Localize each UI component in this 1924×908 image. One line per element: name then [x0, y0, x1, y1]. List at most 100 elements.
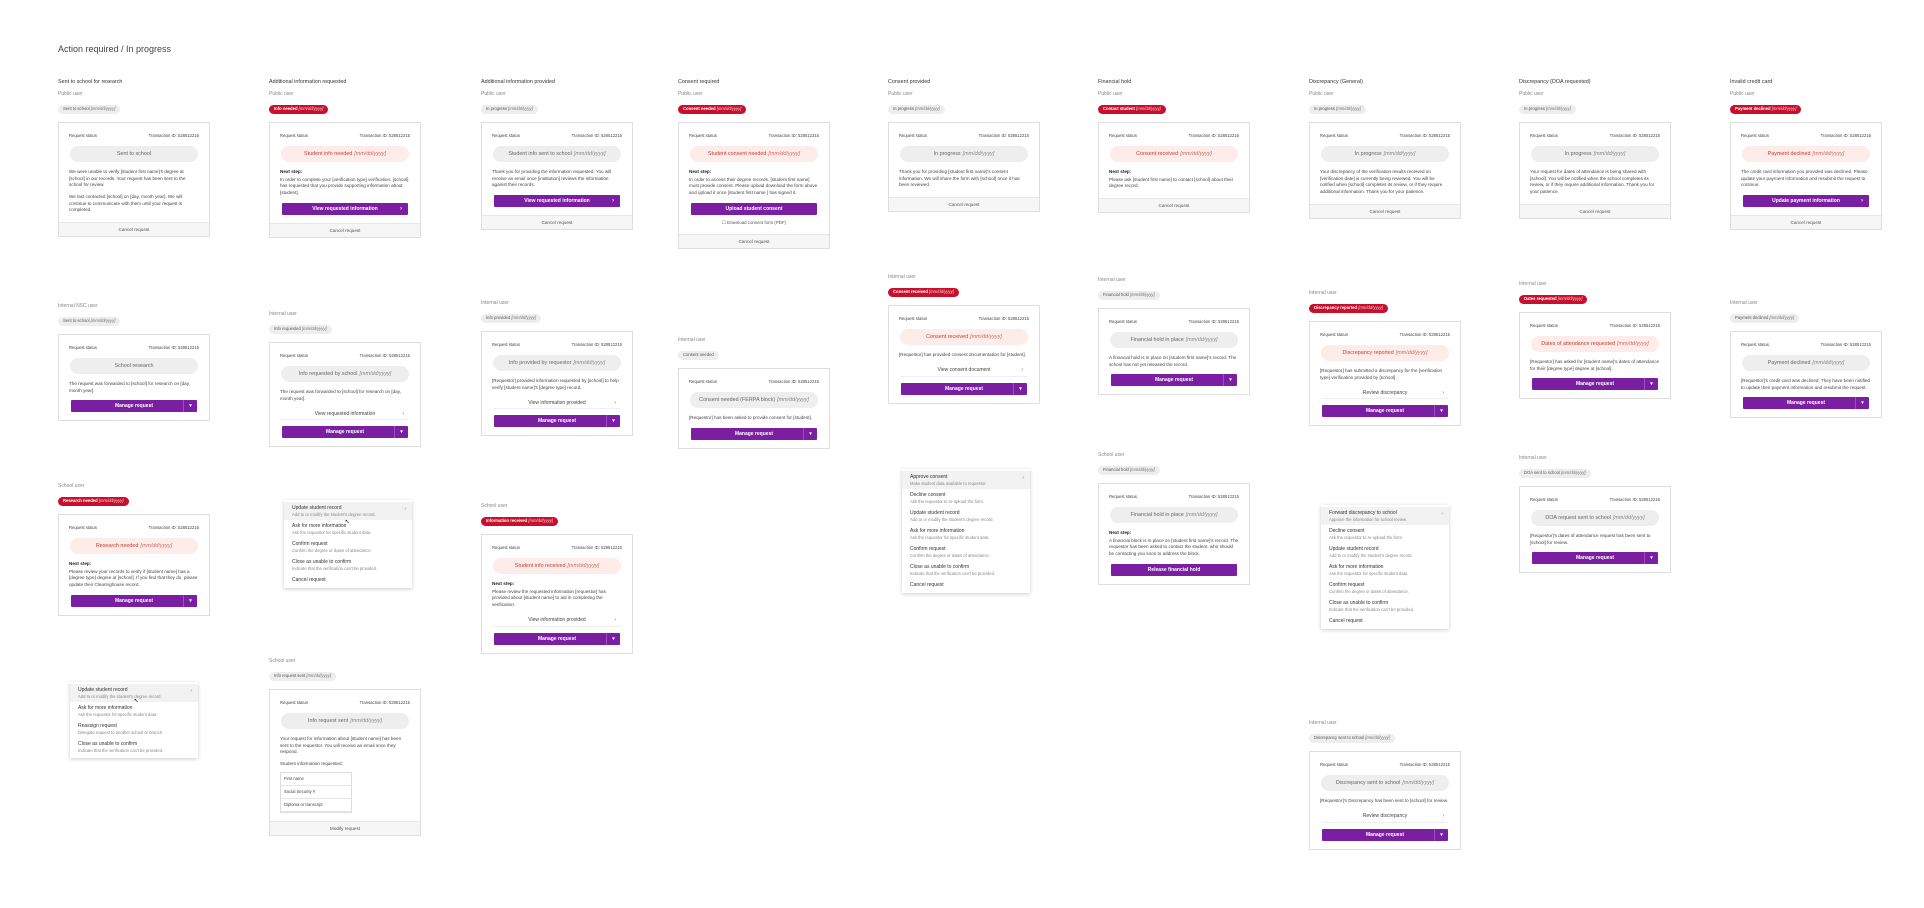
status-badge-date: [mm/dd/yyyy]	[89, 106, 116, 111]
dropdown-caret-icon[interactable]: ▾	[606, 632, 620, 645]
transaction-id: Transaction ID: 528512215	[1820, 133, 1871, 138]
menu-item-title: Close as unable to confirm	[1329, 600, 1389, 606]
menu-item[interactable]: Close as unable to confirm Indicate that …	[284, 556, 412, 574]
menu-item-description: Indicate that the verification can't be …	[78, 748, 164, 753]
menu-item[interactable]: Cancel request	[1321, 615, 1449, 627]
menu-item[interactable]: Update student record Add to or modify th…	[1321, 543, 1449, 561]
primary-button[interactable]: Manage request ▾	[71, 594, 197, 607]
primary-button[interactable]: Update payment information ›	[1743, 194, 1869, 207]
primary-button[interactable]: Manage request ▾	[494, 632, 620, 645]
menu-item[interactable]: Confirm request Confirm the degree or dat…	[902, 543, 1030, 561]
card-footer[interactable]: Cancel request	[1520, 203, 1670, 218]
primary-button[interactable]: Upload student consent	[691, 202, 817, 215]
view-link[interactable]: View information provided ›	[494, 615, 620, 627]
menu-item[interactable]: Update student record Add to or modify th…	[284, 502, 412, 520]
primary-button[interactable]: Manage request ▾	[901, 382, 1027, 395]
view-link[interactable]: Review discrepancy ›	[1322, 387, 1448, 400]
menu-item[interactable]: Decline consent Ask the requestor to re-u…	[1321, 525, 1449, 543]
card-footer[interactable]: Cancel request	[59, 221, 209, 236]
menu-item[interactable]: Ask for more information Ask the requesto…	[902, 525, 1030, 543]
primary-button[interactable]: View requested information ›	[494, 194, 620, 207]
request-status-label: Request status	[1320, 133, 1348, 138]
dropdown-caret-icon[interactable]: ▾	[183, 400, 197, 413]
primary-button[interactable]: Manage request ▾	[1322, 405, 1448, 418]
status-badge: Discrepancy sent to school [mm/dd/yyyy]	[1309, 734, 1395, 743]
view-link[interactable]: View requested information ›	[282, 408, 408, 421]
card-footer[interactable]: Cancel request	[270, 222, 420, 237]
status-badge-date: [mm/dd/yyyy]	[297, 106, 324, 111]
primary-button[interactable]: Manage request ▾	[1111, 374, 1237, 387]
menu-item[interactable]: Close as unable to confirm Indicate that …	[70, 738, 198, 756]
status-badge: Dates requested [mm/dd/yyyy]	[1519, 295, 1588, 304]
primary-button[interactable]: View requested information ›	[282, 202, 408, 215]
user-type-label: Public user	[1730, 91, 1755, 97]
view-link[interactable]: View information provided ›	[494, 397, 620, 410]
request-status-label: Request status	[1530, 497, 1558, 502]
menu-item[interactable]: Confirm request Confirm the degree or dat…	[284, 538, 412, 556]
card-footer[interactable]: Modify request	[270, 820, 420, 835]
menu-item[interactable]: Close as unable to confirm Indicate that …	[1321, 597, 1449, 615]
dropdown-caret-icon[interactable]: ▾	[1434, 405, 1448, 418]
menu-item[interactable]: Confirm request Confirm the degree or dat…	[1321, 579, 1449, 597]
request-status-card: Request status Transaction ID: 528512215 S…	[481, 534, 633, 654]
status-badge-label: Consent needed	[683, 106, 716, 111]
view-link[interactable]: View consent document ›	[901, 365, 1027, 377]
card-header: Request status Transaction ID: 528512215	[1520, 123, 1670, 138]
card-body-text: Please review your records to verify if …	[69, 568, 198, 587]
status-pill-label: Discrepancy sent to school	[1335, 780, 1401, 786]
menu-item[interactable]: Reassign request Delegate request to anot…	[70, 720, 198, 738]
menu-item-title: Update student record	[1329, 546, 1379, 552]
primary-button-label: Manage request	[1154, 377, 1194, 384]
dropdown-caret-icon[interactable]: ▾	[1434, 828, 1448, 841]
card-footer[interactable]: Cancel request	[679, 233, 829, 248]
menu-item[interactable]: Update student record Add to or modify th…	[902, 507, 1030, 525]
download-consent-checkbox[interactable]: ☐ Download consent form (PDF)	[679, 220, 829, 226]
card-body-text-2: We last contacted [school] on [day, mont…	[69, 193, 183, 213]
card-footer[interactable]: Cancel request	[889, 196, 1039, 211]
menu-item[interactable]: Cancel request	[902, 579, 1030, 591]
primary-button-label: View requested information	[312, 205, 378, 212]
primary-button[interactable]: Manage request ▾	[1322, 828, 1448, 841]
column-title: Invalid credit card	[1730, 79, 1773, 85]
card-footer[interactable]: Cancel request	[1731, 214, 1881, 229]
menu-item[interactable]: Approve consent Make student data availab…	[902, 471, 1030, 489]
primary-button[interactable]: Manage request ▾	[71, 400, 197, 413]
dropdown-caret-icon[interactable]: ▾	[803, 427, 817, 440]
dropdown-caret-icon[interactable]: ▾	[183, 594, 197, 607]
info-table-row: Diploma or transcript	[281, 799, 351, 812]
dropdown-caret-icon[interactable]: ▾	[394, 426, 408, 439]
card-footer[interactable]: Cancel request	[1310, 203, 1460, 218]
primary-button[interactable]: Manage request ▾	[1743, 397, 1869, 410]
primary-button[interactable]: Manage request ▾	[1532, 378, 1658, 391]
primary-button[interactable]: Manage request ▾	[1532, 552, 1658, 565]
menu-item[interactable]: Close as unable to confirm Indicate that …	[902, 561, 1030, 579]
primary-button[interactable]: Release financial hold	[1111, 563, 1237, 576]
dropdown-caret-icon[interactable]: ▾	[1644, 552, 1658, 565]
status-badge-label: In progress	[893, 106, 914, 111]
dropdown-caret-icon[interactable]: ▾	[1855, 397, 1869, 410]
primary-button[interactable]: Manage request ▾	[691, 427, 817, 440]
dropdown-caret-icon[interactable]: ▾	[1013, 382, 1027, 395]
dropdown-caret-icon[interactable]: ▾	[1223, 374, 1237, 387]
card-footer[interactable]: Cancel request	[1099, 197, 1249, 212]
primary-button[interactable]: Manage request ▾	[282, 426, 408, 439]
dropdown-caret-icon[interactable]: ▾	[1644, 378, 1658, 391]
card-footer[interactable]: Cancel request	[482, 214, 632, 229]
transaction-id: Transaction ID: 528512215	[1399, 133, 1450, 138]
chevron-right-icon: ›	[1442, 389, 1444, 396]
view-link[interactable]: Review discrepancy ›	[1322, 811, 1448, 823]
footer-action: Cancel request	[118, 226, 150, 232]
menu-item[interactable]: Ask for more information Ask the requesto…	[70, 702, 198, 720]
status-pill: Student info sent to school [mm/dd/yyyy]	[493, 146, 621, 162]
status-pill-date: [mm/dd/yyyy]	[1812, 151, 1845, 157]
menu-item[interactable]: Cancel request	[284, 574, 412, 586]
view-link-label: Review discrepancy	[1362, 813, 1408, 820]
dropdown-caret-icon[interactable]: ▾	[606, 415, 620, 428]
status-badge-label: Financial hold	[1103, 292, 1129, 297]
view-link-label: View information provided	[528, 617, 586, 624]
primary-button-label: Manage request	[537, 418, 577, 425]
primary-button[interactable]: Manage request ▾	[494, 415, 620, 428]
menu-item[interactable]: Forward discrepancy to school Approve the…	[1321, 507, 1449, 525]
menu-item[interactable]: Decline consent Ask the requestor to re-u…	[902, 489, 1030, 507]
menu-item[interactable]: Ask for more information Ask the requesto…	[1321, 561, 1449, 579]
